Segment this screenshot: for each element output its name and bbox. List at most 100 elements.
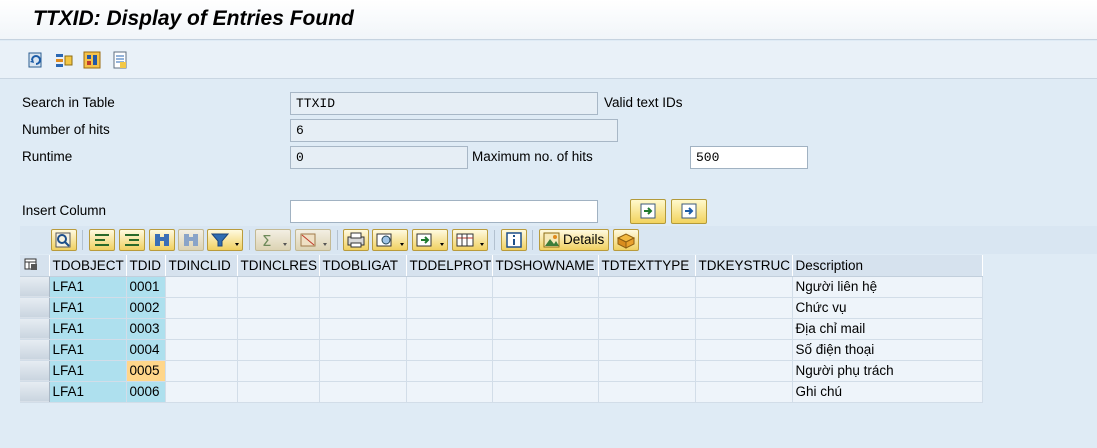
insert-column-input[interactable] [290,200,598,223]
table-row[interactable]: LFA1 0004 Số điện thoại [20,339,983,361]
cell-tdinclres[interactable] [237,381,320,403]
multiple-selection-icon[interactable] [83,51,101,69]
cell-tdshowname[interactable] [492,339,599,361]
cell-tdinclid[interactable] [165,318,238,340]
subtotal-button[interactable] [295,229,331,251]
cell-tdobject[interactable]: LFA1 [49,360,127,382]
cell-tdobligat[interactable] [319,339,407,361]
cell-tdtexttype[interactable] [598,360,696,382]
cell-tddelprot[interactable] [406,297,493,319]
cell-tdid[interactable]: 0006 [126,381,166,403]
cell-description[interactable]: Địa chỉ mail [792,318,983,340]
cell-tdinclres[interactable] [237,318,320,340]
details-magnifier-button[interactable] [51,229,77,251]
column-header-tdkeystruc[interactable]: TDKEYSTRUC [695,255,793,277]
print-preview-button[interactable] [343,229,369,251]
column-header-description[interactable]: Description [792,255,983,277]
cell-tdkeystruc[interactable] [695,297,793,319]
cell-tdkeystruc[interactable] [695,276,793,298]
filter-button[interactable] [207,229,243,251]
cell-tdtexttype[interactable] [598,339,696,361]
selection-options-icon[interactable] [55,51,73,69]
cell-tdinclid[interactable] [165,276,238,298]
column-header-tdobligat[interactable]: TDOBLIGAT [319,255,407,277]
details-button[interactable]: Details [539,229,609,251]
cell-tdtexttype[interactable] [598,381,696,403]
refresh-icon[interactable] [27,51,45,69]
cell-tdkeystruc[interactable] [695,381,793,403]
insert-column-end-button[interactable] [671,199,707,224]
cell-tdinclid[interactable] [165,297,238,319]
table-row[interactable]: LFA1 0006 Ghi chú [20,381,983,403]
cell-description[interactable]: Người phụ trách [792,360,983,382]
cell-tdinclid[interactable] [165,381,238,403]
column-header-tdtexttype[interactable]: TDTEXTTYPE [598,255,696,277]
cell-tddelprot[interactable] [406,360,493,382]
row-selector[interactable] [20,276,50,298]
table-row[interactable]: LFA1 0005 Người phụ trách [20,360,983,382]
cell-tddelprot[interactable] [406,276,493,298]
cell-tdobject[interactable]: LFA1 [49,318,127,340]
cell-tdinclid[interactable] [165,360,238,382]
total-button[interactable]: Σ [255,229,291,251]
row-selector[interactable] [20,339,50,361]
cell-tdobject[interactable]: LFA1 [49,339,127,361]
cell-tdobligat[interactable] [319,276,407,298]
cell-tdid-selected[interactable]: 0005 [126,360,166,382]
cell-tddelprot[interactable] [406,381,493,403]
views-button[interactable] [372,229,408,251]
row-selector[interactable] [20,360,50,382]
table-row[interactable]: LFA1 0003 Địa chỉ mail [20,318,983,340]
cell-tddelprot[interactable] [406,339,493,361]
cell-tdid[interactable]: 0003 [126,318,166,340]
row-selector[interactable] [20,297,50,319]
cell-tdinclres[interactable] [237,339,320,361]
table-row[interactable]: LFA1 0001 Người liên hệ [20,276,983,298]
cell-tdobligat[interactable] [319,360,407,382]
table-row[interactable]: LFA1 0002 Chức vụ [20,297,983,319]
select-all-cell[interactable] [20,255,50,277]
cell-description[interactable]: Chức vụ [792,297,983,319]
cell-description[interactable]: Người liên hệ [792,276,983,298]
cell-tdobject[interactable]: LFA1 [49,276,127,298]
cell-tdid[interactable]: 0004 [126,339,166,361]
cell-tddelprot[interactable] [406,318,493,340]
cell-tdobligat[interactable] [319,318,407,340]
cell-tdobligat[interactable] [319,381,407,403]
cell-tdinclres[interactable] [237,276,320,298]
cell-tdkeystruc[interactable] [695,360,793,382]
information-button[interactable] [501,229,527,251]
column-header-tdinclres[interactable]: TDINCLRES [237,255,320,277]
cell-description[interactable]: Số điện thoại [792,339,983,361]
list-icon[interactable] [111,51,129,69]
cell-description[interactable]: Ghi chú [792,381,983,403]
cell-tdshowname[interactable] [492,381,599,403]
sort-ascending-button[interactable] [89,229,115,251]
cell-tdinclid[interactable] [165,339,238,361]
cell-tdobject[interactable]: LFA1 [49,297,127,319]
cell-tdid[interactable]: 0001 [126,276,166,298]
insert-column-button[interactable] [630,199,666,224]
cell-tdinclres[interactable] [237,360,320,382]
row-selector[interactable] [20,318,50,340]
column-header-tdinclid[interactable]: TDINCLID [165,255,238,277]
cell-tdkeystruc[interactable] [695,339,793,361]
cell-tdkeystruc[interactable] [695,318,793,340]
find-button[interactable] [149,229,175,251]
export-button[interactable] [412,229,448,251]
sort-descending-button[interactable] [119,229,145,251]
cell-tdid[interactable]: 0002 [126,297,166,319]
layout-button[interactable] [452,229,488,251]
column-header-tdobject[interactable]: TDOBJECT [49,255,127,277]
cell-tdshowname[interactable] [492,318,599,340]
cell-tdtexttype[interactable] [598,276,696,298]
cell-tdinclres[interactable] [237,297,320,319]
cell-tdobligat[interactable] [319,297,407,319]
cell-tdtexttype[interactable] [598,318,696,340]
column-header-tdid[interactable]: TDID [126,255,166,277]
cell-tdshowname[interactable] [492,276,599,298]
cell-tdobject[interactable]: LFA1 [49,381,127,403]
row-selector[interactable] [20,381,50,403]
max-hits-input[interactable]: 500 [690,146,808,169]
column-header-tddelprot[interactable]: TDDELPROT [406,255,493,277]
